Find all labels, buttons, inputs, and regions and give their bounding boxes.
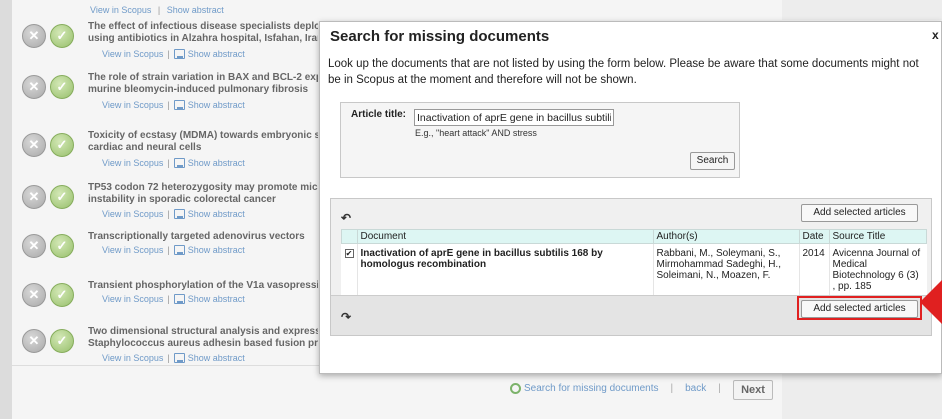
date-cell: 2014 [798,243,829,296]
accept-icon[interactable]: ✓ [50,185,74,209]
search-missing-documents-link[interactable]: Search for missing documents [524,383,659,394]
view-in-scopus-link[interactable]: View in Scopus [102,49,163,59]
show-abstract-link[interactable]: Show abstract [188,49,245,59]
article-title-label: Article title: [351,109,407,120]
article-title-input[interactable] [414,109,614,126]
accept-icon[interactable]: ✓ [50,283,74,307]
search-results-panel: ↶ Add selected articles Document Author(… [330,198,932,336]
accept-icon[interactable]: ✓ [50,24,74,48]
view-in-scopus-link[interactable]: View in Scopus [102,158,163,168]
abstract-icon [173,244,185,255]
show-abstract-link[interactable]: Show abstract [188,353,245,363]
left-strip [0,0,12,419]
list-item-title: Two dimensional structural analysis and … [88,326,318,349]
list-item-title: Transient phosphorylation of the V1a vas… [88,280,318,291]
pointer-arrow-icon [920,280,942,324]
reject-icon[interactable]: ✕ [22,234,46,258]
results-table: Document Author(s) Date Source Title ✔ I… [341,229,927,296]
list-item-title: Toxicity of ecstasy (MDMA) towards embry… [88,130,318,153]
search-missing-documents-dialog: Search for missing documents x Look up t… [319,21,942,374]
reject-icon[interactable]: ✕ [22,283,46,307]
dialog-title: Search for missing documents [330,28,550,45]
close-icon[interactable]: x [932,28,939,42]
search-form: Article title: E.g., "heart attack" AND … [340,102,740,178]
accept-icon[interactable]: ✓ [50,133,74,157]
list-item-title: The effect of infectious disease special… [88,21,318,44]
view-in-scopus-link[interactable]: View in Scopus [102,100,163,110]
top-row-links: View in Scopus | Show abstract [90,5,224,15]
search-icon [510,383,521,394]
col-date: Date [798,229,830,244]
list-item-title: Transcriptionally targeted adenovirus ve… [88,231,305,242]
footer-nav: Search for missing documents | back | [510,383,733,394]
accept-icon[interactable]: ✓ [50,234,74,258]
col-authors: Author(s) [652,229,800,244]
view-in-scopus-link[interactable]: View in Scopus [90,5,151,15]
view-in-scopus-link[interactable]: View in Scopus [102,245,163,255]
view-in-scopus-link[interactable]: View in Scopus [102,294,163,304]
show-abstract-link[interactable]: Show abstract [188,209,245,219]
abstract-icon [173,208,185,219]
source-cell: Avicenna Journal of Medical Biotechnolog… [828,243,927,296]
abstract-icon [173,352,185,363]
abstract-icon [173,157,185,168]
dialog-intro-text: Look up the documents that are not liste… [328,58,919,86]
col-document: Document [356,229,654,244]
list-item-title: The role of strain variation in BAX and … [88,72,318,95]
accept-icon[interactable]: ✓ [50,329,74,353]
scroll-up-icon[interactable]: ↶ [341,211,351,225]
reject-icon[interactable]: ✕ [22,185,46,209]
highlight-box [797,296,922,320]
reject-icon[interactable]: ✕ [22,75,46,99]
search-hint: E.g., "heart attack" AND stress [415,128,537,138]
view-in-scopus-link[interactable]: View in Scopus [102,353,163,363]
reject-icon[interactable]: ✕ [22,329,46,353]
document-cell: Inactivation of aprE gene in bacillus su… [356,243,653,296]
list-item-title: TP53 codon 72 heterozygosity may promote… [88,182,318,205]
show-abstract-link[interactable]: Show abstract [188,100,245,110]
scroll-down-icon[interactable]: ↷ [341,310,351,324]
table-row: ✔ Inactivation of aprE gene in bacillus … [342,243,927,296]
show-abstract-link[interactable]: Show abstract [188,245,245,255]
view-in-scopus-link[interactable]: View in Scopus [102,209,163,219]
col-source-title: Source Title [828,229,927,244]
search-button[interactable]: Search [690,152,735,170]
next-button[interactable]: Next [733,380,773,400]
accept-icon[interactable]: ✓ [50,75,74,99]
abstract-icon [173,48,185,59]
reject-icon[interactable]: ✕ [22,24,46,48]
show-abstract-link[interactable]: Show abstract [167,5,224,15]
abstract-icon [173,99,185,110]
back-link[interactable]: back [685,383,706,394]
abstract-icon [173,293,185,304]
show-abstract-link[interactable]: Show abstract [188,158,245,168]
row-checkbox[interactable]: ✔ [344,249,354,258]
show-abstract-link[interactable]: Show abstract [188,294,245,304]
reject-icon[interactable]: ✕ [22,133,46,157]
add-selected-articles-button-top[interactable]: Add selected articles [801,204,918,222]
authors-cell: Rabbani, M., Soleymani, S., Mirmohammad … [652,243,799,296]
